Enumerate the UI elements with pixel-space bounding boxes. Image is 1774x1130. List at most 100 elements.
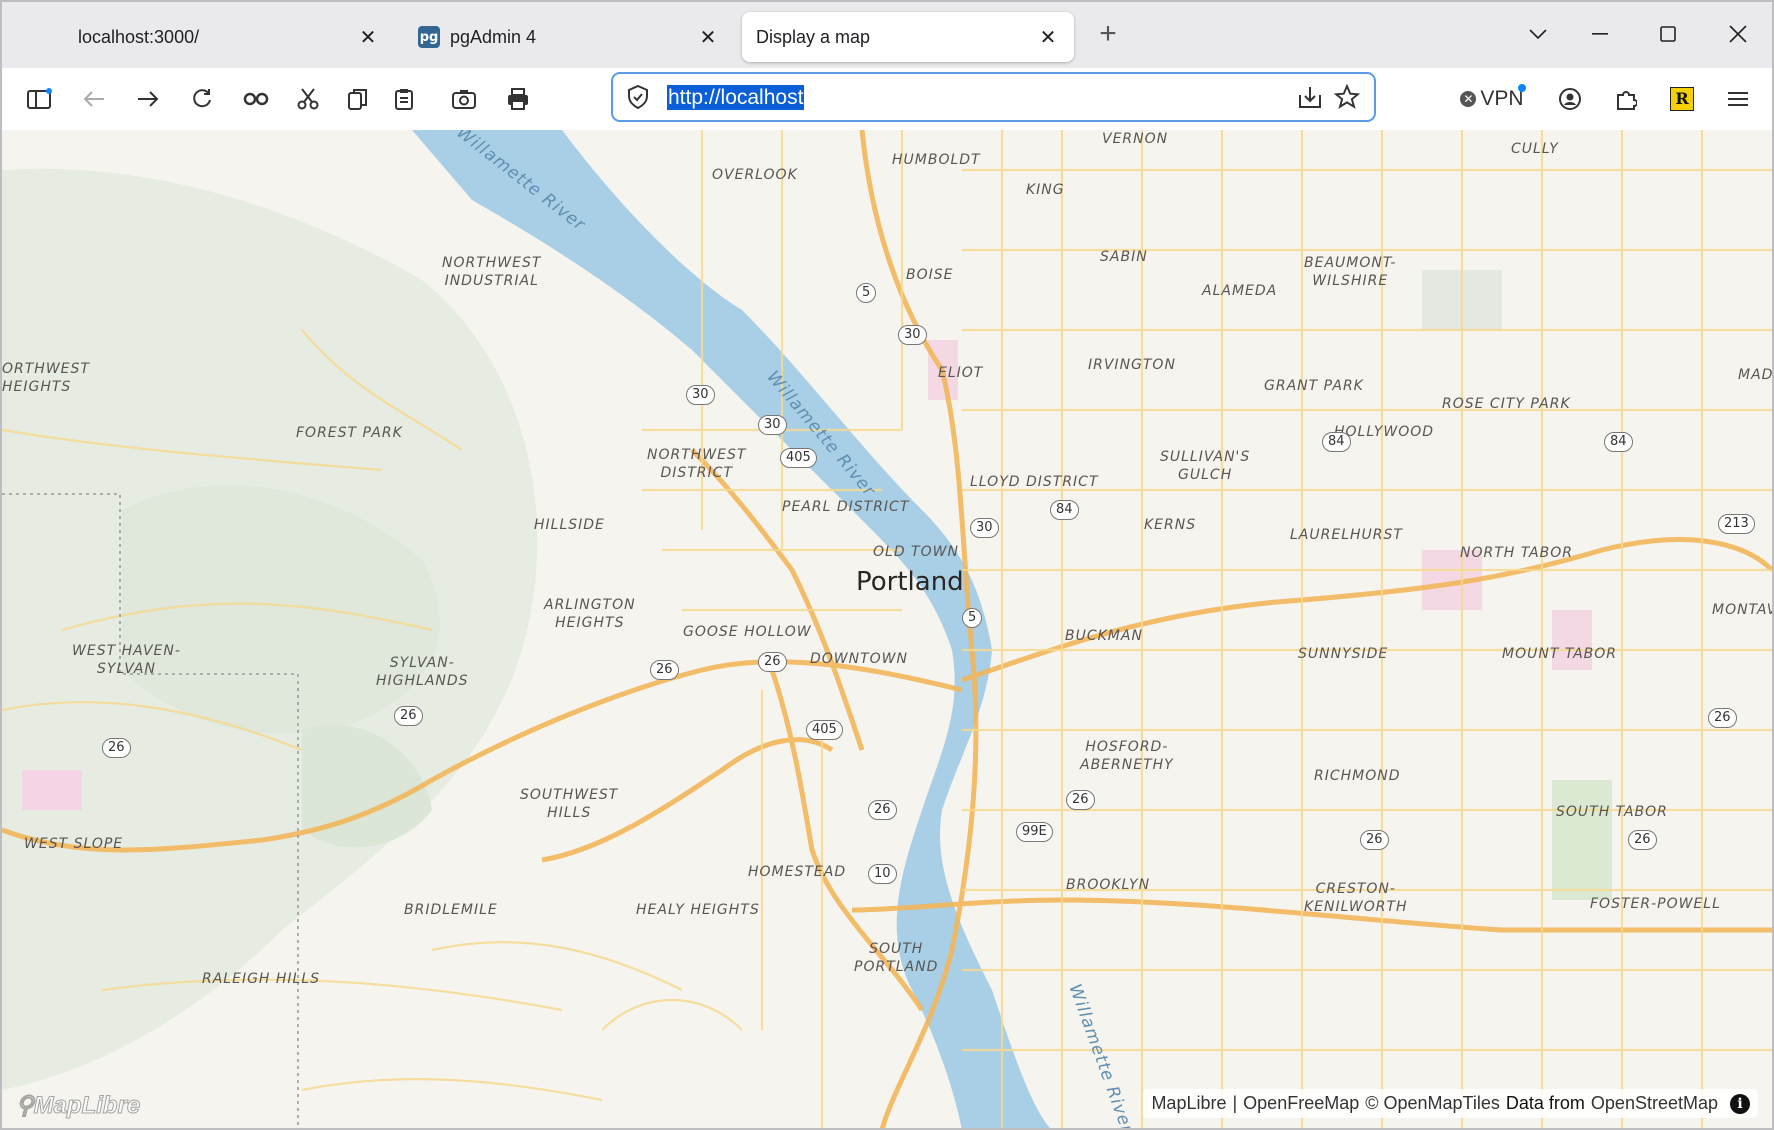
plus-icon[interactable]: + <box>1090 16 1126 52</box>
attribution-osm-link[interactable]: OpenStreetMap <box>1591 1093 1718 1114</box>
map-canvas[interactable]: VERNON CULLY HUMBOLDT OVERLOOK KING BOIS… <box>2 130 1772 1128</box>
bookmark-star-icon[interactable] <box>1333 83 1361 115</box>
back-arrow-icon[interactable] <box>74 80 114 118</box>
vpn-button[interactable]: ✕ VPN <box>1452 80 1532 118</box>
navigation-toolbar: http://localhost ✕ VPN R <box>2 68 1772 131</box>
map-label: WEST HAVEN- SYLVAN <box>72 643 181 677</box>
map-label: LAURELHURST <box>1290 527 1403 543</box>
map-label: MADI <box>1738 367 1772 383</box>
copy-icon[interactable] <box>338 80 378 118</box>
attribution-data-from: Data from <box>1505 1093 1585 1113</box>
tab-pgadmin[interactable]: pg pgAdmin 4 ✕ <box>404 12 734 62</box>
map-label: BUCKMAN <box>1065 628 1143 644</box>
map-label: MOUNT TABOR <box>1502 646 1618 662</box>
highway-shield: 26 <box>1628 830 1657 850</box>
map-label: NORTH TABOR <box>1460 545 1573 561</box>
menu-hamburger-icon[interactable] <box>1718 80 1758 118</box>
map-label: ROSE CITY PARK <box>1442 396 1571 412</box>
download-icon[interactable] <box>1298 85 1322 114</box>
tab-close-icon[interactable]: ✕ <box>696 25 720 49</box>
paste-icon[interactable] <box>384 80 424 118</box>
extensions-puzzle-icon[interactable] <box>1606 80 1646 118</box>
highway-shield: 405 <box>780 448 817 468</box>
close-icon[interactable] <box>1716 14 1760 54</box>
highway-shield: 405 <box>806 720 843 740</box>
map-label: SYLVAN- HIGHLANDS <box>376 655 469 689</box>
maplibre-logo-text: MapLibre <box>33 1092 141 1120</box>
highway-shield: 26 <box>102 738 131 758</box>
map-label: KING <box>1026 182 1065 198</box>
browser-window: localhost:3000/ ✕ pg pgAdmin 4 ✕ Display… <box>0 0 1774 1130</box>
city-label: Portland <box>856 567 964 597</box>
highway-shield: 213 <box>1718 514 1755 534</box>
map-label: KERNS <box>1144 517 1197 533</box>
map-label: WEST SLOPE <box>24 836 124 852</box>
map-label: MONTAV <box>1712 602 1772 618</box>
highway-shield: 26 <box>1066 790 1095 810</box>
map-label: VERNON <box>1102 131 1169 147</box>
map-label: SOUTHWEST HILLS <box>520 787 619 821</box>
tab-close-icon[interactable]: ✕ <box>356 25 380 49</box>
attribution-openmaptiles-link[interactable]: © OpenMapTiles <box>1365 1093 1500 1114</box>
minimize-icon[interactable] <box>1578 14 1622 54</box>
shield-icon[interactable] <box>627 84 649 114</box>
forward-arrow-icon[interactable] <box>128 80 168 118</box>
highway-shield: 26 <box>394 706 423 726</box>
map-label: HOSFORD- ABERNETHY <box>1080 739 1174 773</box>
highway-shield: 26 <box>650 660 679 680</box>
map-label: OVERLOOK <box>712 167 798 183</box>
map-label: ELIOT <box>938 365 984 381</box>
map-label: HEALY HEIGHTS <box>636 902 760 918</box>
map-label: HILLSIDE <box>534 517 605 533</box>
map-label: FOREST PARK <box>296 425 403 441</box>
sidebar-icon[interactable] <box>20 80 60 118</box>
highway-shield: 26 <box>868 800 897 820</box>
map-label: NORTHWEST DISTRICT <box>647 447 747 481</box>
map-label: RICHMOND <box>1314 768 1401 784</box>
tab-close-icon[interactable]: ✕ <box>1036 25 1060 49</box>
address-bar[interactable]: http://localhost <box>611 72 1376 122</box>
maplibre-logo[interactable]: ⚲MapLibre <box>16 1091 141 1120</box>
tab-strip: localhost:3000/ ✕ pg pgAdmin 4 ✕ Display… <box>2 2 1772 68</box>
highway-shield: 26 <box>758 652 787 672</box>
highway-shield: 84 <box>1604 432 1633 452</box>
cut-icon[interactable] <box>288 80 328 118</box>
map-label: NORTHWEST INDUSTRIAL <box>442 255 542 289</box>
extension-r-icon[interactable]: R <box>1662 80 1702 118</box>
tab-label: localhost:3000/ <box>78 26 200 47</box>
reload-icon[interactable] <box>182 80 222 118</box>
map-label: PEARL DISTRICT <box>782 499 910 515</box>
highway-shield: 30 <box>758 415 787 435</box>
highway-shield: 30 <box>686 385 715 405</box>
highway-shield: 84 <box>1050 500 1079 520</box>
map-label: SUNNYSIDE <box>1298 646 1389 662</box>
info-icon[interactable]: i <box>1730 1093 1750 1114</box>
pgadmin-favicon-icon: pg <box>418 26 440 48</box>
highway-shield: 84 <box>1322 432 1351 452</box>
map-label: BROOKLYN <box>1066 877 1151 893</box>
highway-shield: 26 <box>1360 830 1389 850</box>
print-icon[interactable] <box>498 80 538 118</box>
tab-display-a-map[interactable]: Display a map ✕ <box>742 12 1074 62</box>
map-label: GRANT PARK <box>1264 378 1364 394</box>
account-icon[interactable] <box>1550 80 1590 118</box>
attribution-openfreemap-link[interactable]: OpenFreeMap <box>1243 1093 1359 1114</box>
tab-localhost[interactable]: localhost:3000/ ✕ <box>64 12 394 62</box>
map-label: IRVINGTON <box>1088 357 1176 373</box>
map-label: ORTHWEST HEIGHTS <box>2 361 90 395</box>
attribution-maplibre-link[interactable]: MapLibre <box>1151 1093 1226 1114</box>
screenshot-icon[interactable] <box>444 80 484 118</box>
list-all-tabs-icon[interactable] <box>1516 14 1560 54</box>
map-label: GOOSE HOLLOW <box>683 624 812 640</box>
map-label: CRESTON- KENILWORTH <box>1304 881 1408 915</box>
url-text[interactable]: http://localhost <box>667 85 805 110</box>
highway-shield: 30 <box>898 325 927 345</box>
maximize-icon[interactable] <box>1646 14 1690 54</box>
map-label: SABIN <box>1100 249 1148 265</box>
highway-shield: 30 <box>970 518 999 538</box>
map-label: BRIDLEMILE <box>404 902 498 918</box>
highway-shield: 26 <box>1708 708 1737 728</box>
map-label: FOSTER-POWELL <box>1590 896 1721 912</box>
private-browsing-icon[interactable] <box>236 80 276 118</box>
map-label: HUMBOLDT <box>892 152 981 168</box>
